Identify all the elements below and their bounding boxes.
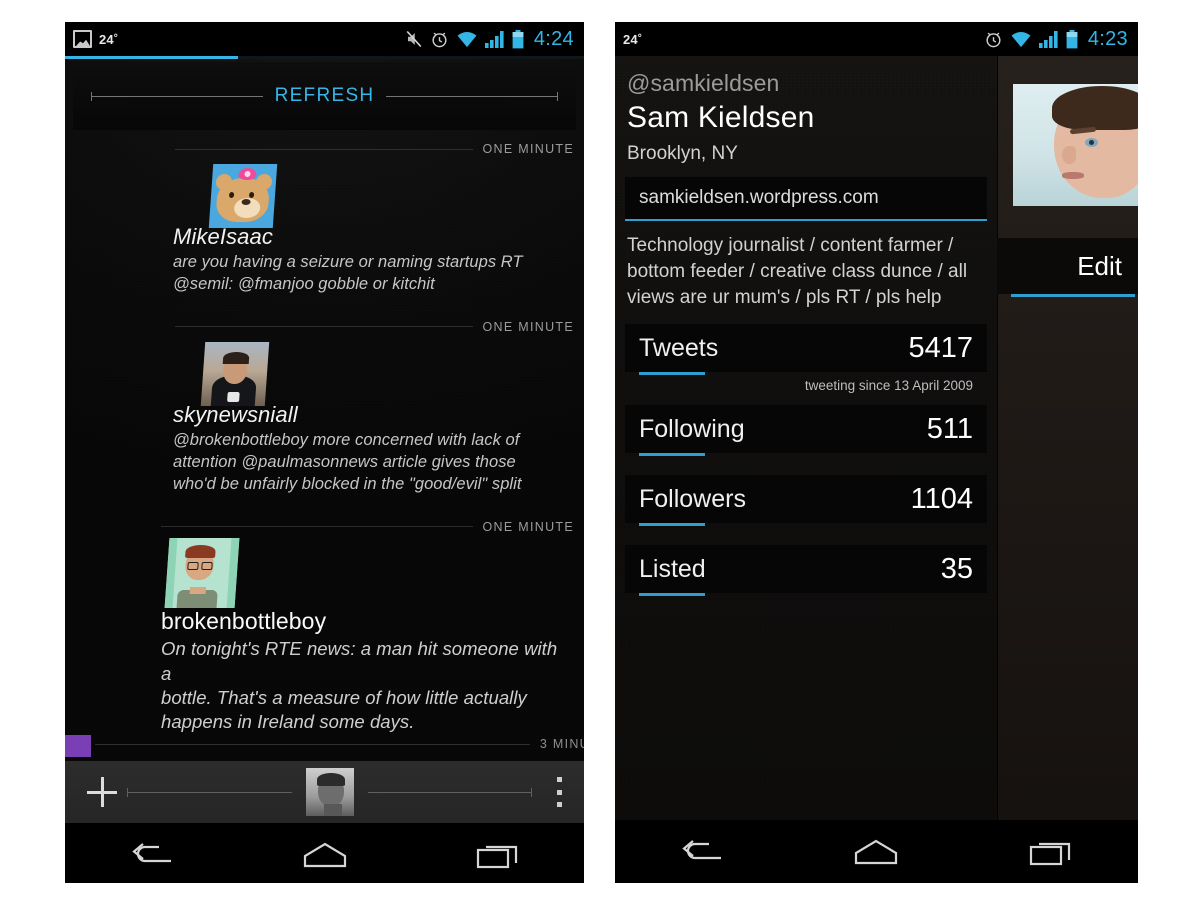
refresh-button[interactable]: REFRESH (73, 62, 576, 130)
stat-row-tweets[interactable]: Tweets 5417 (625, 324, 987, 376)
action-rule-right (367, 787, 532, 797)
profile-full-name: Sam Kieldsen (627, 101, 815, 134)
tweet-timestamp-row-partial: 3 MINU (65, 731, 584, 757)
tweeting-since-label: tweeting since 13 April 2009 (804, 378, 973, 394)
stat-value: 5417 (908, 331, 973, 364)
status-bar-left-group: 24˚ (623, 32, 984, 47)
tweet-item[interactable]: ONE MINUTE skynewsniall @brokenbottleboy… (65, 316, 584, 502)
battery-icon (1066, 29, 1078, 48)
profile-handle: @samkieldsen (627, 70, 780, 96)
tweet-text: @brokenbottleboy more concerned with lac… (173, 431, 522, 493)
wifi-icon (457, 32, 477, 48)
tweet-timestamp: 3 MINU (539, 737, 584, 751)
screenshot-stage: 24˚ 4:24 REFRESH ONE MINUTE MikeIsaac ar… (0, 0, 1200, 900)
temperature-label: 24˚ (99, 31, 119, 47)
android-navigation-bar (615, 820, 1138, 883)
stat-label: Tweets (639, 333, 719, 362)
stat-label: Following (639, 414, 745, 443)
stat-row-followers[interactable]: Followers 1104 (625, 475, 987, 527)
stat-row-following[interactable]: Following 511 (625, 405, 987, 457)
tweet-item[interactable]: ONE MINUTE MikeIsaac are you having a se… (65, 138, 584, 302)
recents-icon[interactable] (1015, 830, 1087, 874)
tweet-text: are you having a seizure or naming start… (173, 253, 523, 294)
edit-profile-button[interactable]: Edit (997, 238, 1138, 294)
phone-right-profile-screen: 24˚ 4:23 @samkieldsen Sam Kieldsen Brook… (615, 22, 1138, 883)
refresh-rule-right (386, 91, 559, 101)
stat-value: 35 (940, 552, 973, 585)
profile-bio: Technology journalist / content farmer /… (627, 235, 968, 308)
brokenbottleboy-avatar[interactable] (164, 537, 240, 608)
niall-avatar[interactable] (200, 341, 270, 406)
tweet-divider (161, 526, 473, 528)
status-bar-left-group: 24˚ (73, 30, 405, 48)
stat-value: 1104 (910, 482, 973, 515)
recents-icon[interactable] (462, 833, 534, 877)
tweet-timestamp: ONE MINUTE (482, 319, 574, 334)
refresh-rule-left (91, 91, 263, 101)
bear-avatar[interactable] (208, 164, 278, 228)
profile-url-field[interactable]: samkieldsen.wordpress.com (625, 177, 987, 221)
clock-label: 4:23 (1087, 27, 1128, 50)
android-navigation-bar (65, 823, 584, 883)
tweet-timestamp: ONE MINUTE (482, 142, 574, 156)
my-avatar-button[interactable] (305, 768, 354, 816)
signal-icon (1038, 31, 1058, 48)
tweet-timestamp-row: ONE MINUTE (65, 516, 584, 538)
sam-kieldsen-avatar[interactable] (1013, 84, 1138, 206)
unread-marker (65, 735, 91, 757)
home-icon[interactable] (289, 833, 361, 877)
column-divider (997, 56, 998, 820)
stat-row-listed[interactable]: Listed 35 (625, 545, 987, 597)
clock-label: 4:24 (533, 27, 574, 50)
profile-location: Brooklyn, NY (627, 143, 738, 164)
signal-icon (484, 31, 504, 48)
right-status-bar: 24˚ 4:23 (615, 22, 1138, 56)
profile-main-column: @samkieldsen Sam Kieldsen Brooklyn, NY s… (615, 56, 997, 820)
tweet-divider (175, 326, 473, 328)
tweet-timestamp: ONE MINUTE (482, 519, 574, 534)
battery-icon (512, 29, 524, 48)
tweet-timestamp-row: ONE MINUTE (65, 316, 584, 338)
tweet-timestamp-row: ONE MINUTE (65, 138, 584, 160)
profile-side-column: Edit (997, 56, 1138, 820)
left-status-bar: 24˚ 4:24 (65, 22, 584, 56)
tweet-item[interactable]: ONE MINUTE brokenbottleboy On tonight's … (65, 516, 584, 741)
tweet-author[interactable]: brokenbottleboy (161, 608, 572, 636)
status-bar-right-group: 4:23 (984, 28, 1128, 51)
profile-stats-list: Tweets 5417 tweeting since 13 April 2009… (625, 324, 987, 597)
temperature-label: 24˚ (623, 31, 643, 47)
bottom-action-bar (65, 761, 584, 823)
stat-label: Listed (639, 554, 706, 583)
alarm-icon (986, 32, 1001, 47)
stat-label: Followers (639, 484, 746, 513)
home-icon[interactable] (840, 830, 912, 874)
overflow-menu-button[interactable] (556, 777, 562, 807)
refresh-label: REFRESH (274, 85, 375, 106)
photo-icon (73, 30, 92, 48)
profile-url-value: samkieldsen.wordpress.com (639, 187, 879, 208)
edit-underline (1011, 294, 1135, 297)
timeline-list[interactable]: REFRESH ONE MINUTE MikeIsaac are you hav… (65, 59, 584, 761)
profile-panel: @samkieldsen Sam Kieldsen Brooklyn, NY s… (615, 56, 1138, 820)
edit-label: Edit (1077, 250, 1122, 281)
mute-icon (406, 30, 422, 48)
phone-left-timeline-screen: 24˚ 4:24 REFRESH ONE MINUTE MikeIsaac ar… (65, 22, 584, 883)
tweet-text: On tonight's RTE news: a man hit someone… (161, 638, 558, 733)
tweet-divider (95, 743, 530, 745)
back-icon[interactable] (666, 830, 738, 874)
back-icon[interactable] (116, 833, 188, 877)
status-bar-right-group: 4:24 (405, 28, 574, 51)
compose-tweet-button[interactable] (87, 777, 117, 807)
action-rule-left (127, 787, 292, 797)
stat-value: 511 (926, 412, 973, 445)
tweet-divider (175, 148, 473, 150)
alarm-icon (432, 32, 447, 47)
wifi-icon (1011, 32, 1031, 48)
